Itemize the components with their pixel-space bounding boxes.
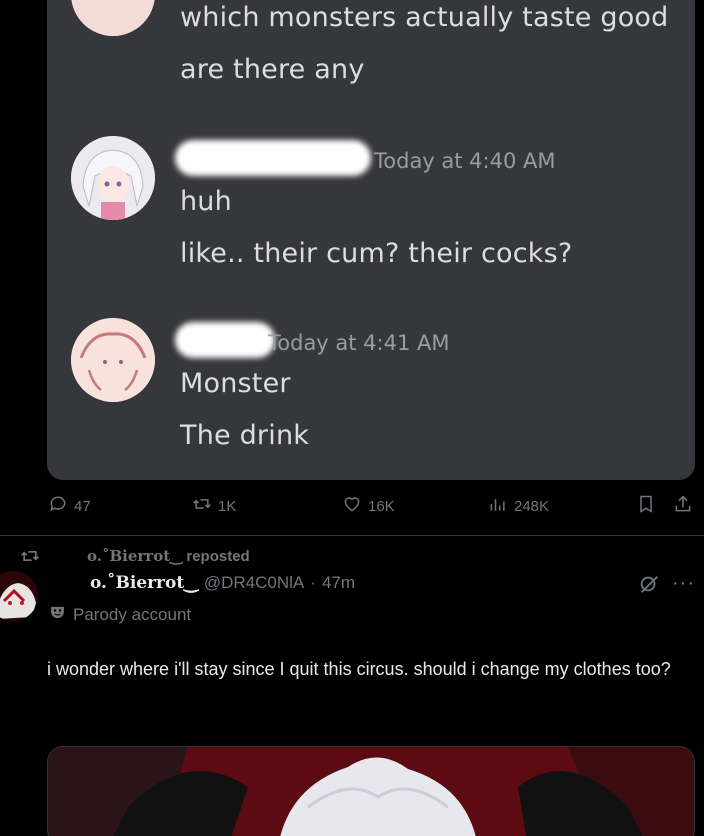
heart-icon bbox=[342, 494, 362, 518]
separator: · bbox=[310, 573, 316, 592]
like-count: 16K bbox=[368, 497, 395, 515]
tweet-action-bar: 47 1K 16K 248K bbox=[0, 494, 704, 524]
message-text: Monster bbox=[180, 368, 291, 399]
message-timestamp: Today at 4:41 AM bbox=[268, 331, 450, 355]
avatar bbox=[71, 0, 155, 36]
share-button[interactable] bbox=[673, 494, 693, 518]
bookmark-icon bbox=[636, 494, 656, 518]
avatar bbox=[71, 318, 155, 402]
mask-icon bbox=[49, 604, 66, 626]
repost-header: o.˚Bierrot‿ reposted bbox=[0, 546, 704, 568]
repost-icon bbox=[20, 546, 40, 570]
repost-by-label[interactable]: o.˚Bierrot‿ reposted bbox=[87, 547, 250, 565]
reply-icon bbox=[48, 494, 68, 518]
repost-icon bbox=[192, 494, 212, 518]
divider bbox=[0, 535, 704, 536]
username-redacted bbox=[175, 140, 371, 176]
tweet-media-image[interactable] bbox=[47, 746, 695, 836]
more-options-icon[interactable]: ··· bbox=[672, 572, 695, 595]
repost-button[interactable]: 1K bbox=[192, 494, 236, 518]
like-button[interactable]: 16K bbox=[342, 494, 395, 518]
avatar bbox=[71, 136, 155, 220]
tweet-timestamp[interactable]: 47m bbox=[322, 573, 355, 593]
avatar[interactable] bbox=[0, 571, 38, 621]
message-text: which monsters actually taste good bbox=[180, 2, 669, 33]
display-name[interactable]: o.˚Bierrot‿ bbox=[90, 573, 198, 593]
message-text: like.. their cum? their cocks? bbox=[180, 238, 573, 269]
views-icon bbox=[488, 494, 508, 518]
views-count: 248K bbox=[514, 497, 550, 515]
tweet-text: i wonder where i'll stay since I quit th… bbox=[47, 659, 671, 679]
reply-button[interactable]: 47 bbox=[48, 494, 91, 518]
username-redacted bbox=[175, 322, 275, 358]
reposted-label: reposted bbox=[186, 548, 250, 565]
user-handle[interactable]: @DR4C0NlA bbox=[204, 573, 304, 593]
message-text: are there any bbox=[180, 54, 365, 85]
tweet-header: o.˚Bierrot‿ @DR4C0NlA · 47m bbox=[90, 573, 355, 593]
parody-badge: Parody account bbox=[49, 604, 191, 626]
reply-count: 47 bbox=[74, 497, 91, 515]
grok-icon[interactable] bbox=[638, 573, 660, 600]
share-icon bbox=[673, 494, 693, 518]
bookmark-button[interactable] bbox=[636, 494, 656, 518]
message-text: The drink bbox=[180, 420, 310, 451]
message-timestamp: Today at 4:40 AM bbox=[374, 149, 556, 173]
quoted-image-discord[interactable]: which monsters actually taste good are t… bbox=[47, 0, 695, 480]
views-button[interactable]: 248K bbox=[488, 494, 549, 518]
message-text: huh bbox=[180, 186, 232, 217]
reposter-name[interactable]: o.˚Bierrot‿ bbox=[87, 547, 182, 565]
repost-count: 1K bbox=[218, 497, 237, 515]
parody-label: Parody account bbox=[73, 605, 192, 624]
